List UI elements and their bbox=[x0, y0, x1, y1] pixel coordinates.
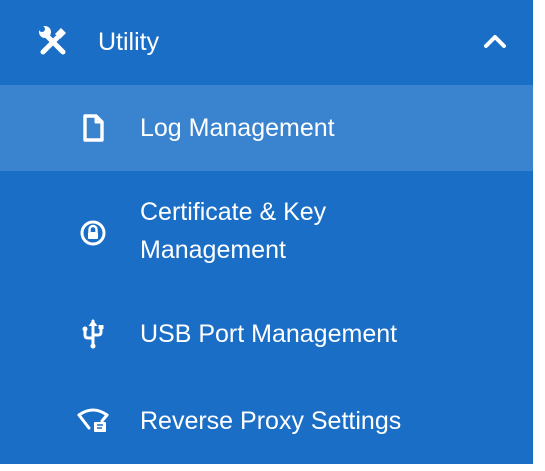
menu-item-log-management[interactable]: Log Management bbox=[0, 85, 533, 171]
menu-item-label: Log Management bbox=[140, 114, 335, 142]
usb-icon bbox=[76, 317, 110, 351]
menu-item-certificate-key-management[interactable]: Certificate & Key Management bbox=[0, 171, 533, 293]
utility-menu-title: Utility bbox=[98, 28, 160, 56]
document-icon bbox=[76, 111, 110, 145]
menu-item-usb-port-management[interactable]: USB Port Management bbox=[0, 293, 533, 378]
chevron-up-icon[interactable] bbox=[478, 28, 512, 54]
reverse-proxy-icon bbox=[76, 403, 110, 437]
utility-menu: Utility Log Management Certificate & Key… bbox=[0, 0, 533, 464]
menu-item-label: Reverse Proxy Settings bbox=[140, 407, 402, 435]
menu-item-reverse-proxy-settings[interactable]: Reverse Proxy Settings bbox=[0, 378, 533, 464]
tools-icon bbox=[37, 24, 71, 58]
utility-menu-header[interactable]: Utility bbox=[0, 0, 533, 85]
menu-item-label: USB Port Management bbox=[140, 320, 398, 348]
lock-circle-icon bbox=[76, 216, 110, 250]
menu-item-label: Certificate & Key Management bbox=[140, 198, 327, 264]
